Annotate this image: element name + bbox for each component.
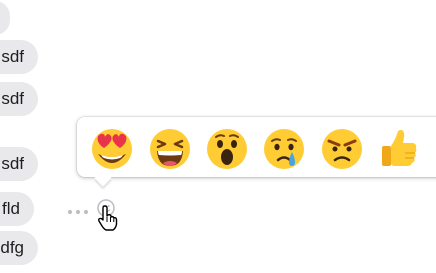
message-text: sdf [1, 154, 24, 173]
message-bubble[interactable]: sdf [0, 40, 38, 74]
reactions-picker [77, 117, 436, 187]
message-bubble[interactable]: fld [0, 192, 34, 226]
angry-emoji[interactable] [320, 126, 364, 170]
crying-emoji[interactable] [262, 126, 306, 170]
laughing-emoji[interactable] [148, 126, 192, 170]
message-bubble[interactable]: sdf [0, 82, 38, 116]
surprised-emoji[interactable] [205, 126, 249, 170]
message-bubble[interactable]: sdf [0, 147, 38, 181]
messenger-chat-view: sd sdf sdf sdf fld dfg [0, 0, 436, 273]
more-options-icon[interactable] [66, 203, 90, 215]
message-text: sdf [1, 47, 24, 66]
message-text: sdf [1, 89, 24, 108]
heart-eyes-emoji[interactable] [90, 126, 134, 170]
message-text: fld [2, 199, 20, 218]
message-bubble[interactable]: sd [0, 1, 10, 35]
thumbs-up-emoji[interactable] [377, 126, 421, 170]
hand-pointer-cursor-icon [97, 205, 119, 231]
message-bubble[interactable]: dfg [0, 231, 38, 265]
message-text: dfg [0, 238, 24, 257]
